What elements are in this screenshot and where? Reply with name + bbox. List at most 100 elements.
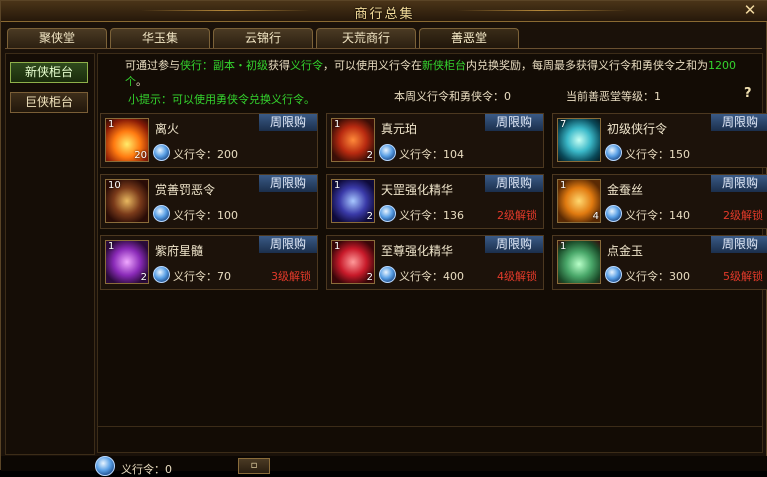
item-stack: 20 bbox=[134, 150, 147, 161]
price-value: 200 bbox=[217, 148, 238, 161]
sidebar-item-juxia[interactable]: 巨侠柜台 bbox=[10, 92, 88, 113]
limit-badge: 周限购 bbox=[485, 236, 543, 253]
limit-badge: 周限购 bbox=[711, 114, 767, 131]
shop-item-card[interactable]: 7 初级侠行令 周限购 义行令：150 bbox=[552, 113, 767, 168]
yixingling-coin-icon bbox=[605, 144, 622, 161]
shop-item-card[interactable]: 1 2 真元珀 周限购 义行令：104 bbox=[326, 113, 544, 168]
item-price: 义行令：104 bbox=[399, 148, 464, 161]
jade-icon: 1 bbox=[557, 240, 601, 284]
current-level: 当前善恶堂等级：1 bbox=[566, 90, 661, 103]
tab-yunjinhang[interactable]: 云锦行 bbox=[213, 28, 313, 49]
tab-shanetang[interactable]: 善恶堂 bbox=[419, 28, 519, 49]
seal-icon: 10 bbox=[105, 179, 149, 223]
yixingling-coin-icon bbox=[153, 144, 170, 161]
item-count: 1 bbox=[108, 119, 115, 130]
balance-text: 义行令：0 bbox=[121, 463, 172, 476]
item-name: 离火 bbox=[155, 122, 180, 136]
item-name: 紫府星髓 bbox=[155, 244, 204, 258]
limit-badge: 周限购 bbox=[259, 236, 317, 253]
item-stack: 2 bbox=[366, 150, 373, 161]
item-price: 义行令：136 bbox=[399, 209, 464, 222]
shop-item-card[interactable]: 1 4 金蚕丝 周限购 义行令：140 2级解锁 bbox=[552, 174, 767, 229]
item-price: 义行令：100 bbox=[173, 209, 238, 222]
unlock-requirement: 4级解锁 bbox=[497, 270, 537, 283]
amber-icon: 1 2 bbox=[331, 118, 375, 162]
currency-label: 义行令 bbox=[173, 148, 206, 161]
desc-highlight: 义行令 bbox=[290, 59, 323, 72]
tab-juxiatang[interactable]: 聚侠堂 bbox=[7, 28, 107, 49]
item-stack: 2 bbox=[366, 272, 373, 283]
shop-item-card[interactable]: 1 2 至尊强化精华 周限购 义行令：400 4级解锁 bbox=[326, 235, 544, 290]
item-count: 1 bbox=[108, 241, 115, 252]
shop-item-card[interactable]: 10 赏善罚恶令 周限购 义行令：100 bbox=[100, 174, 318, 229]
price-value: 300 bbox=[669, 270, 690, 283]
unlock-requirement: 2级解锁 bbox=[497, 209, 537, 222]
essence-icon: 1 2 bbox=[331, 179, 375, 223]
limit-badge: 周限购 bbox=[711, 236, 767, 253]
item-name: 点金玉 bbox=[607, 244, 644, 258]
currency-label: 义行令 bbox=[399, 209, 432, 222]
shop-panel: 可通过参与侠行：副本・初级获得义行令，可以使用义行令在新侠柜台内兑换奖励，每周最… bbox=[97, 53, 767, 453]
desc-highlight: 新侠柜台 bbox=[422, 59, 466, 72]
currency-label: 义行令 bbox=[399, 270, 432, 283]
currency-label: 义行令 bbox=[625, 270, 658, 283]
item-price: 义行令：300 bbox=[625, 270, 690, 283]
shop-item-card[interactable]: 1 2 紫府星髓 周限购 义行令：70 3级解锁 bbox=[100, 235, 318, 290]
desc-part: ，可以使用义行令在 bbox=[323, 59, 422, 72]
price-value: 104 bbox=[443, 148, 464, 161]
item-name: 赏善罚恶令 bbox=[155, 183, 216, 197]
item-count: 1 bbox=[334, 180, 341, 191]
panel-divider bbox=[98, 426, 762, 427]
desc-part: 。 bbox=[136, 75, 147, 88]
unlock-requirement: 3级解锁 bbox=[271, 270, 311, 283]
item-name: 真元珀 bbox=[381, 122, 418, 136]
price-value: 70 bbox=[217, 270, 231, 283]
limit-badge: 周限购 bbox=[485, 114, 543, 131]
yixingling-coin-icon bbox=[379, 144, 396, 161]
sidebar-item-xinxia[interactable]: 新侠柜台 bbox=[10, 62, 88, 83]
sidebar: 新侠柜台 巨侠柜台 bbox=[5, 53, 95, 455]
title-ornament-right bbox=[457, 10, 627, 11]
item-count: 1 bbox=[560, 241, 567, 252]
desc-highlight: 侠行：副本・初级 bbox=[180, 59, 268, 72]
fire-icon: 1 20 bbox=[105, 118, 149, 162]
tab-tianhuangshanghang[interactable]: 天荒商行 bbox=[316, 28, 416, 49]
item-count: 1 bbox=[334, 119, 341, 130]
title-bar: 商行总集 ✕ bbox=[1, 1, 767, 22]
item-name: 初级侠行令 bbox=[607, 122, 668, 136]
price-value: 140 bbox=[669, 209, 690, 222]
description-text: 可通过参与侠行：副本・初级获得义行令，可以使用义行令在新侠柜台内兑换奖励，每周最… bbox=[125, 58, 755, 90]
footer-bar bbox=[1, 456, 767, 471]
tab-huayuji[interactable]: 华玉集 bbox=[110, 28, 210, 49]
yixingling-coin-icon bbox=[379, 266, 396, 283]
close-icon[interactable]: ✕ bbox=[742, 2, 758, 18]
shop-item-card[interactable]: 1 20 离火 周限购 义行令：200 bbox=[100, 113, 318, 168]
currency-label: 义行令 bbox=[173, 270, 206, 283]
item-count: 1 bbox=[334, 241, 341, 252]
item-name: 天罡强化精华 bbox=[381, 183, 454, 197]
price-value: 150 bbox=[669, 148, 690, 161]
yixingling-coin-icon bbox=[153, 205, 170, 222]
limit-badge: 周限购 bbox=[259, 175, 317, 192]
shop-item-card[interactable]: 1 2 天罡强化精华 周限购 义行令：136 2级解锁 bbox=[326, 174, 544, 229]
tab-divider bbox=[5, 48, 762, 49]
shop-item-card[interactable]: 1 点金玉 周限购 义行令：300 5级解锁 bbox=[552, 235, 767, 290]
item-name: 金蚕丝 bbox=[607, 183, 644, 197]
item-price: 义行令：150 bbox=[625, 148, 690, 161]
tip-text: 小提示：可以使用勇侠令兑换义行令。 bbox=[128, 93, 315, 106]
price-value: 136 bbox=[443, 209, 464, 222]
item-price: 义行令：400 bbox=[399, 270, 464, 283]
yixingling-coin-icon bbox=[379, 205, 396, 222]
shop-window: 商行总集 ✕ 聚侠堂 华玉集 云锦行 天荒商行 善恶堂 新侠柜台 巨侠柜台 可通… bbox=[0, 0, 767, 476]
desc-part: 内兑换奖励，每周最多获得义行令和勇侠令之和为 bbox=[466, 59, 708, 72]
item-price: 义行令：70 bbox=[173, 270, 231, 283]
window-title: 商行总集 bbox=[354, 7, 415, 22]
unlock-requirement: 5级解锁 bbox=[723, 270, 763, 283]
limit-badge: 周限购 bbox=[711, 175, 767, 192]
marrow-icon: 1 2 bbox=[105, 240, 149, 284]
item-stack: 4 bbox=[592, 211, 599, 222]
yixingling-coin-icon bbox=[153, 266, 170, 283]
help-icon[interactable]: ? bbox=[744, 86, 752, 101]
footer-button[interactable]: ▫ bbox=[238, 458, 270, 474]
price-value: 400 bbox=[443, 270, 464, 283]
